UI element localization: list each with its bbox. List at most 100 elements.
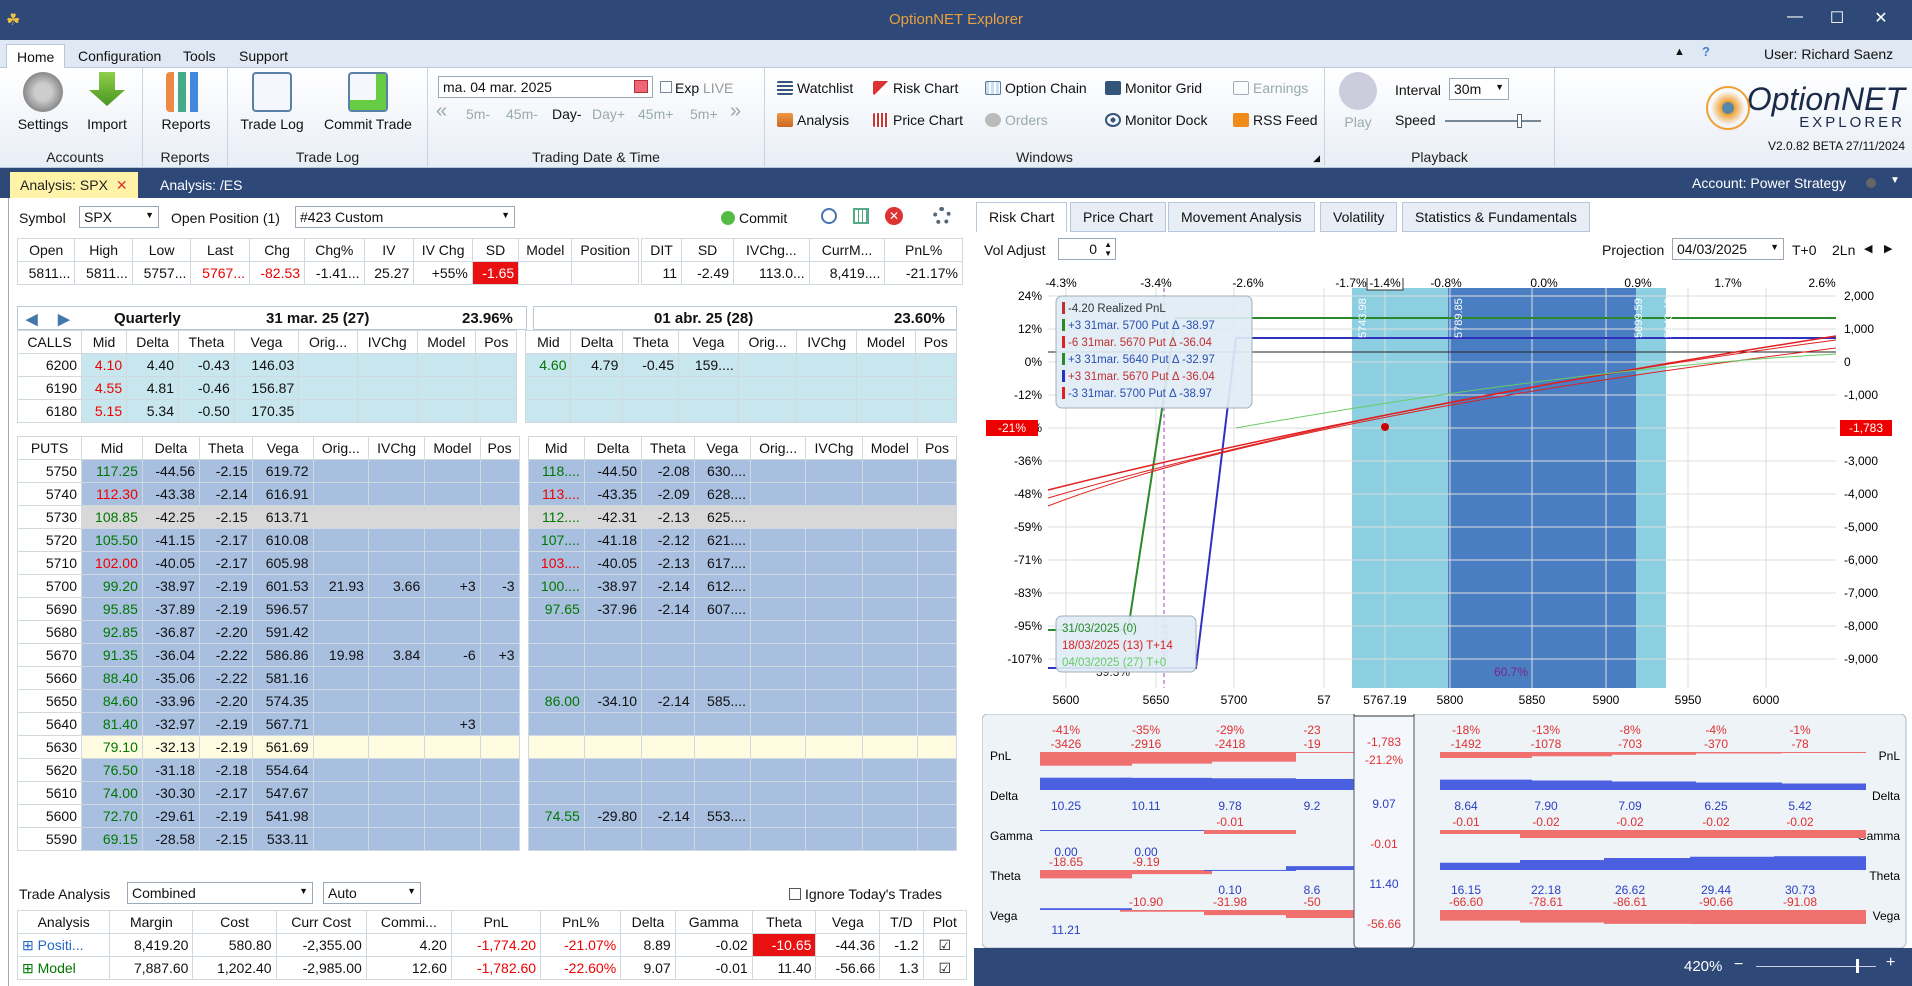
edit-cell[interactable] [805, 574, 863, 598]
edit-cell[interactable] [424, 482, 481, 506]
edit-cell[interactable] [367, 735, 426, 759]
edit-cell[interactable] [312, 551, 369, 575]
step-day-back[interactable]: Day- [552, 106, 582, 122]
mid-cell[interactable] [525, 399, 572, 423]
edit-cell[interactable] [861, 597, 919, 621]
edit-cell[interactable] [424, 666, 481, 690]
edit-cell[interactable] [312, 620, 369, 644]
plot-checkbox[interactable]: ☑ [922, 933, 968, 957]
table-row[interactable]: 5740 112.30 -43.38 -2.14 616.91 113.... -43.35… [17, 482, 957, 506]
edit-cell[interactable] [805, 505, 863, 529]
edit-cell[interactable]: 21.93 [312, 574, 369, 598]
mid-cell[interactable]: 112.30 [81, 482, 143, 506]
edit-cell[interactable] [424, 758, 481, 782]
edit-cell[interactable] [312, 666, 369, 690]
edit-cell[interactable] [796, 376, 858, 400]
edit-cell[interactable] [479, 712, 520, 736]
edit-cell[interactable] [356, 353, 418, 377]
edit-cell[interactable] [312, 827, 369, 851]
edit-cell[interactable] [479, 597, 520, 621]
edit-cell[interactable] [749, 597, 807, 621]
ignore-today-checkbox[interactable]: Ignore Today's Trades [789, 886, 942, 902]
edit-cell[interactable] [914, 376, 958, 400]
edit-cell[interactable] [312, 459, 369, 483]
table-row[interactable]: 5620 76.50 -31.18 -2.18 554.64 [17, 758, 957, 782]
table-row[interactable]: 5700 99.20 -38.97 -2.19 601.53 21.93 3.66 +3 -3 1… [17, 574, 957, 598]
edit-cell[interactable] [416, 353, 477, 377]
edit-cell[interactable] [917, 689, 957, 713]
edit-cell[interactable] [737, 353, 798, 377]
edit-cell[interactable] [475, 353, 518, 377]
edit-cell[interactable] [805, 735, 863, 759]
mid-cell[interactable] [527, 827, 585, 851]
edit-cell[interactable] [424, 620, 481, 644]
edit-cell[interactable] [312, 482, 369, 506]
table-row[interactable]: 5750 117.25 -44.56 -2.15 619.72 118.... -44.50… [17, 459, 957, 483]
mid-cell[interactable] [525, 376, 572, 400]
step-45m-forward[interactable]: 45m+ [638, 106, 673, 122]
edit-cell[interactable] [312, 597, 369, 621]
mid-cell[interactable]: 118.... [527, 459, 585, 483]
mid-cell[interactable] [527, 735, 585, 759]
edit-cell[interactable] [312, 804, 369, 828]
tab-tools[interactable]: Tools [173, 44, 226, 68]
edit-cell[interactable] [479, 666, 520, 690]
table-row[interactable]: ⊞ Model 7,887.60 1,202.40 -2,985.00 12.60 -1,… [16, 956, 968, 980]
edit-cell[interactable] [856, 353, 916, 377]
edit-cell[interactable] [861, 712, 919, 736]
tab-analysis-es[interactable]: Analysis: /ES [150, 172, 252, 198]
edit-cell[interactable] [479, 620, 520, 644]
speed-slider-handle[interactable] [1517, 114, 1522, 128]
edit-cell[interactable]: +3 [479, 643, 520, 667]
edit-cell[interactable] [861, 735, 919, 759]
edit-cell[interactable] [356, 399, 418, 423]
monitor-dock-button[interactable]: Monitor Dock [1105, 112, 1207, 128]
zoom-out-icon[interactable]: − [1734, 956, 1743, 974]
edit-cell[interactable] [367, 620, 426, 644]
edit-cell[interactable] [367, 528, 426, 552]
edit-cell[interactable] [917, 597, 957, 621]
edit-cell[interactable]: +3 [424, 712, 481, 736]
table-row[interactable]: ⊞ Positi... 8,419.20 580.80 -2,355.00 4.20 -1… [16, 933, 968, 957]
mid-cell[interactable] [527, 643, 585, 667]
edit-cell[interactable] [479, 482, 520, 506]
mid-cell[interactable]: 91.35 [81, 643, 143, 667]
edit-cell[interactable] [367, 666, 426, 690]
table-row[interactable]: 5600 72.70 -29.61 -2.19 541.98 74.55 -29.80 -2.… [17, 804, 957, 828]
table-row[interactable]: 5710 102.00 -40.05 -2.17 605.98 103.... -40.05… [17, 551, 957, 575]
windows-expand-icon[interactable]: ◢ [1313, 153, 1320, 164]
settings-button[interactable]: Settings [14, 72, 72, 132]
maximize-button[interactable]: ☐ [1822, 8, 1852, 28]
mid-cell[interactable] [527, 712, 585, 736]
step-back-icon[interactable]: « [436, 100, 447, 123]
edit-cell[interactable] [749, 781, 807, 805]
mid-cell[interactable]: 86.00 [527, 689, 585, 713]
mid-cell[interactable]: 108.85 [81, 505, 143, 529]
option-chain-button[interactable]: Option Chain [985, 80, 1087, 96]
next-expiry-icon[interactable]: ▶ [58, 310, 70, 328]
commit-trade-button[interactable]: Commit Trade [318, 72, 418, 132]
mid-cell[interactable]: 69.15 [81, 827, 143, 851]
edit-cell[interactable] [367, 597, 426, 621]
mid-cell[interactable]: 79.10 [81, 735, 143, 759]
edit-cell[interactable] [367, 551, 426, 575]
minimize-button[interactable]: — [1780, 8, 1810, 26]
earnings-button[interactable]: Earnings [1233, 80, 1308, 96]
edit-cell[interactable] [805, 781, 863, 805]
edit-cell[interactable] [749, 827, 807, 851]
mid-cell[interactable]: 92.85 [81, 620, 143, 644]
reports-button[interactable]: Reports [155, 72, 217, 132]
edit-cell[interactable] [861, 620, 919, 644]
edit-cell[interactable] [416, 399, 477, 423]
mid-cell[interactable] [527, 758, 585, 782]
tab-home[interactable]: Home [6, 44, 66, 68]
edit-cell[interactable] [749, 528, 807, 552]
edit-cell[interactable]: 3.66 [367, 574, 426, 598]
edit-cell[interactable] [479, 827, 520, 851]
edit-cell[interactable] [749, 735, 807, 759]
edit-cell[interactable] [298, 376, 358, 400]
edit-cell[interactable] [479, 459, 520, 483]
edit-cell[interactable] [424, 528, 481, 552]
edit-cell[interactable] [805, 459, 863, 483]
edit-cell[interactable] [805, 482, 863, 506]
